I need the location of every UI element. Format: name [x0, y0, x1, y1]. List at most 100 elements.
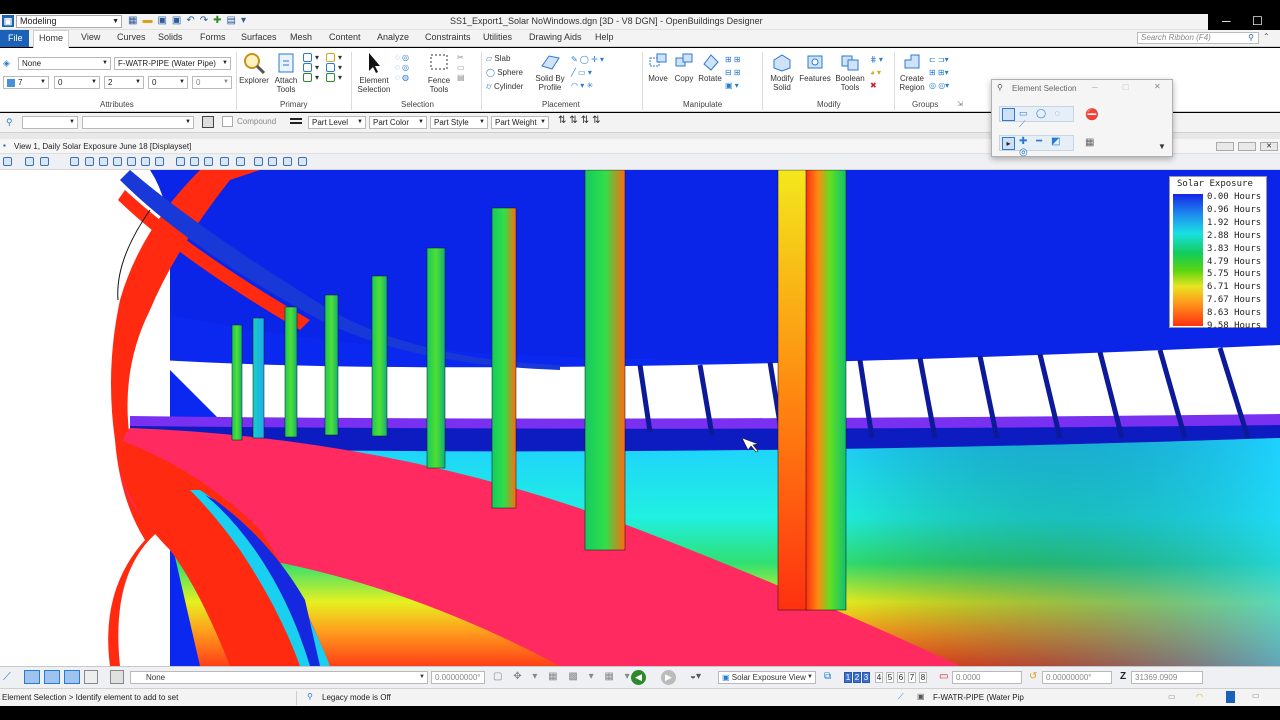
- view-8-button[interactable]: 8: [919, 672, 927, 683]
- boolean-tools-button[interactable]: Boolean Tools: [833, 52, 867, 92]
- part-style-combo[interactable]: Part Style ▼: [430, 116, 488, 129]
- fit-view-icon[interactable]: [127, 157, 136, 166]
- tab-constraints[interactable]: Constraints: [425, 32, 471, 42]
- maximize-button[interactable]: ☐: [1252, 14, 1263, 28]
- method-icons[interactable]: ▭ ◯ ◌ ⟋: [1019, 108, 1073, 130]
- tab-mesh[interactable]: Mesh: [290, 32, 312, 42]
- clear-selection-icon[interactable]: ⛔: [1085, 108, 1099, 121]
- tab-drawing-aids[interactable]: Drawing Aids: [529, 32, 582, 42]
- part-tool-3-icon[interactable]: ⇅: [581, 115, 592, 126]
- tab-forms[interactable]: Forms: [200, 32, 226, 42]
- element-template-combo[interactable]: F-WATR-PIPE (Water Pipe) ▼: [114, 57, 231, 70]
- sphere-button[interactable]: ◯ Sphere: [486, 66, 523, 80]
- references-icon[interactable]: ▾: [303, 63, 319, 73]
- view-previous-icon[interactable]: [176, 157, 185, 166]
- explorer-button[interactable]: Explorer: [239, 52, 269, 85]
- copy-clipboard-icon[interactable]: ▭: [457, 63, 465, 73]
- cylinder-button[interactable]: ⌭ Cylinder: [486, 80, 523, 94]
- dialog-maximize-button[interactable]: ☐: [1122, 83, 1129, 92]
- z-field[interactable]: 31369.0909: [1131, 671, 1203, 684]
- scale-icon[interactable]: ⊞ ⊞: [725, 53, 741, 66]
- fly-icon[interactable]: [283, 157, 292, 166]
- camera-icon[interactable]: [254, 157, 263, 166]
- walk-icon[interactable]: [268, 157, 277, 166]
- open-folder-icon[interactable]: ▬: [142, 15, 152, 26]
- solid-by-profile-button[interactable]: Solid By Profile: [533, 52, 567, 92]
- array-icon[interactable]: ▣ ▾: [725, 79, 741, 92]
- view-attributes-icon[interactable]: [3, 157, 12, 166]
- rotate-button[interactable]: Rotate: [697, 52, 723, 83]
- dialog-close-button[interactable]: ✕: [1154, 82, 1161, 91]
- view-6-button[interactable]: 6: [897, 672, 905, 683]
- part-tool-4-icon[interactable]: ⇅: [592, 115, 603, 126]
- move-button[interactable]: Move: [646, 52, 670, 83]
- blank-combo-1[interactable]: ▼: [22, 116, 78, 129]
- fence-tools-button[interactable]: Fence Tools: [424, 52, 454, 94]
- blank-combo-2[interactable]: ▼: [82, 116, 194, 129]
- view-3-button[interactable]: 3: [862, 672, 870, 683]
- saved-view-combo[interactable]: ▣ Solar Exposure View ▼: [718, 671, 816, 684]
- zoom-out-icon[interactable]: [99, 157, 108, 166]
- levels-icon[interactable]: ▾: [326, 53, 342, 63]
- accudraw-icon[interactable]: ⟋: [3, 671, 11, 684]
- tab-curves[interactable]: Curves: [117, 32, 146, 42]
- compound-toggle-icon[interactable]: [202, 116, 214, 128]
- view-4-button[interactable]: 4: [875, 672, 883, 683]
- tab-analyze[interactable]: Analyze: [377, 32, 409, 42]
- tab-content[interactable]: Content: [329, 32, 361, 42]
- weight-combo[interactable]: 2 ▼: [104, 76, 144, 89]
- view-minimize-button[interactable]: [1216, 142, 1234, 151]
- select-all-toggle-icon[interactable]: ▦: [1085, 137, 1094, 148]
- customize-qat-icon[interactable]: ▾: [241, 15, 246, 26]
- new-mode-icon[interactable]: ▸: [1002, 137, 1015, 150]
- lock-icon[interactable]: ▣: [917, 692, 925, 701]
- view-groups-icon[interactable]: ⧉: [824, 671, 831, 682]
- update-view-icon[interactable]: [70, 157, 79, 166]
- grid-lock-icon[interactable]: [84, 670, 98, 684]
- view-7-button[interactable]: 7: [908, 672, 916, 683]
- tab-solids[interactable]: Solids: [158, 32, 183, 42]
- clip-volume-icon[interactable]: [220, 157, 229, 166]
- individual-method-icon[interactable]: [1002, 108, 1015, 121]
- ribbon-collapse-icon[interactable]: ⌃: [1263, 32, 1270, 41]
- create-region-button[interactable]: Create Region: [897, 52, 927, 92]
- tab-view[interactable]: View: [81, 32, 100, 42]
- view-1-button[interactable]: 1: [844, 672, 852, 683]
- tab-file[interactable]: File: [0, 30, 29, 47]
- color-combo[interactable]: 7 ▼: [3, 76, 49, 89]
- place-arc-icon[interactable]: ╱ ▭ ▾: [571, 66, 604, 79]
- cut-icon[interactable]: ✂: [457, 53, 465, 63]
- workflow-dropdown[interactable]: Modeling ▼: [16, 15, 122, 28]
- saved-view-icon[interactable]: ◒▾: [690, 671, 701, 682]
- status-level-combo[interactable]: None ▼: [130, 671, 428, 684]
- modify-solid-button[interactable]: Modify Solid: [766, 52, 798, 92]
- tool-settings-icon[interactable]: ⚲: [6, 117, 13, 128]
- priority-combo[interactable]: 0 ▼: [192, 76, 232, 89]
- class-combo[interactable]: 0 ▼: [148, 76, 188, 89]
- mode-icons[interactable]: ✚ ━ ◩ ◎: [1019, 136, 1073, 158]
- graphic-group-icon[interactable]: ◎ ◎▾: [929, 79, 949, 92]
- view-tools-group[interactable]: ▢ ✥ ▾ ▦ ▩ ▾ ▦ ▾: [493, 671, 634, 682]
- window-area-icon[interactable]: [113, 157, 122, 166]
- distance-field[interactable]: 0.0000: [952, 671, 1022, 684]
- snap-nearest-icon[interactable]: [64, 670, 80, 684]
- save-as-icon[interactable]: ▣: [172, 15, 181, 26]
- select-none-icon[interactable]: ◌ ◍: [395, 73, 409, 83]
- display-set-icon[interactable]: [298, 157, 307, 166]
- select-by-attributes-icon[interactable]: ◌ ◎: [395, 63, 409, 73]
- 3d-viewport[interactable]: Solar Exposure 0.00 Hours 0.96 Hours 1.9…: [0, 170, 1280, 666]
- features-button[interactable]: Features: [799, 52, 831, 83]
- part-weight-combo[interactable]: Part Weight ▼: [491, 116, 549, 129]
- level-combo[interactable]: None ▼: [18, 57, 111, 70]
- dialog-expand-icon[interactable]: ▼: [1158, 142, 1166, 151]
- models-icon[interactable]: ▾: [303, 53, 319, 63]
- dialog-launcher-icon[interactable]: ⇲: [957, 100, 963, 108]
- group-icon[interactable]: ⊏ ⊐▾: [929, 53, 949, 66]
- dialog-minimize-button[interactable]: ─: [1092, 83, 1098, 92]
- fillet-icon[interactable]: ◕ ▾: [870, 66, 883, 79]
- previous-view-icon[interactable]: ◀: [631, 670, 646, 685]
- dialog-title-bar[interactable]: ⚲ Element Selection ─ ☐ ✕: [992, 80, 1172, 97]
- next-view-icon[interactable]: ▶: [661, 670, 676, 685]
- edit-icon[interactable]: ⟋: [898, 692, 904, 702]
- tab-home[interactable]: Home: [33, 30, 69, 48]
